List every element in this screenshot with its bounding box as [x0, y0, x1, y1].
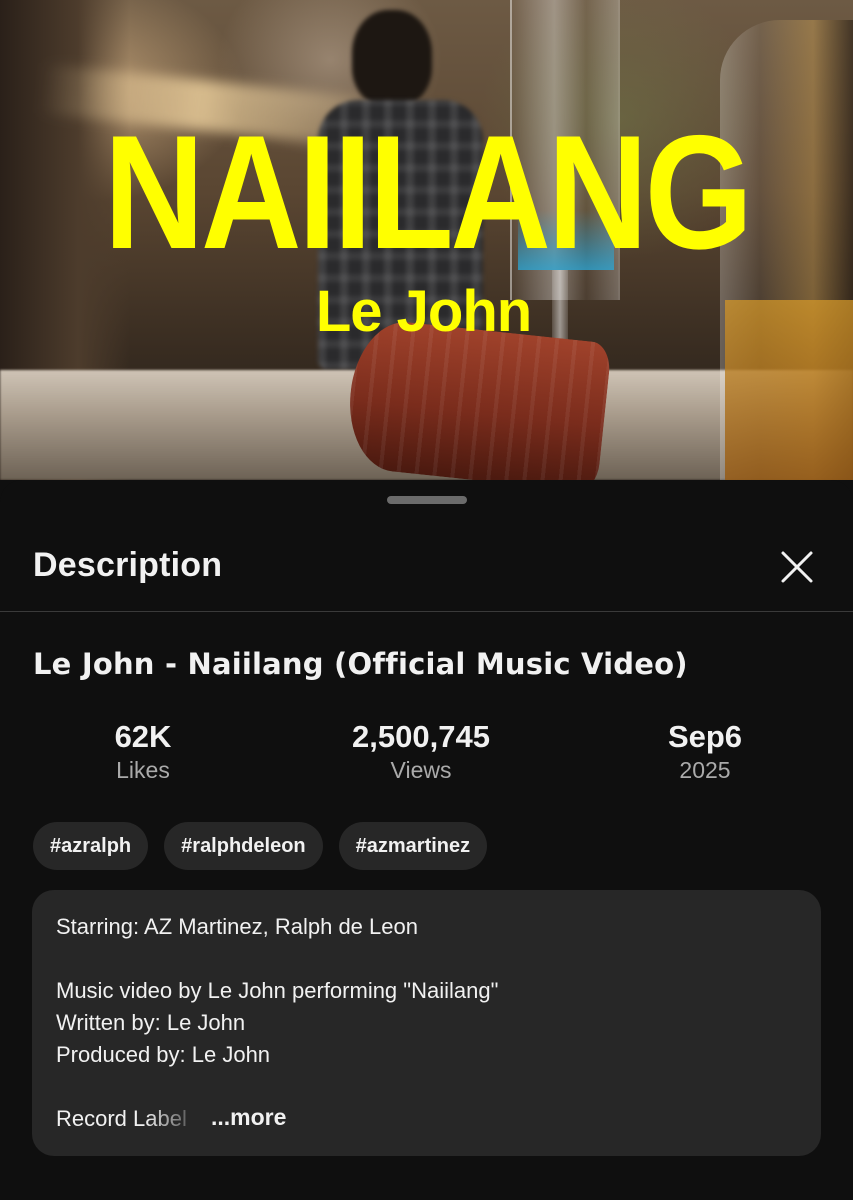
views-count: 2,500,745: [352, 719, 490, 754]
close-icon: [781, 551, 813, 583]
description-line-truncated: Record Label: [56, 1106, 187, 1131]
views-label: Views: [390, 757, 452, 784]
video-overlay-artist: Le John: [315, 279, 532, 344]
description-sheet: Description Le John - Naiilang (Official…: [0, 480, 853, 1200]
video-title: Le John - Naiilang (Official Music Video…: [33, 647, 688, 681]
description-line: Written by: Le John: [56, 1010, 246, 1035]
upload-date: Sep6: [667, 719, 743, 754]
description-box[interactable]: Starring: AZ Martinez, Ralph de Leon Mus…: [32, 890, 821, 1156]
views-stat: 2,500,745 Views: [301, 719, 541, 784]
upload-year: 2025: [679, 757, 731, 784]
hashtag-chip[interactable]: #azralph: [33, 822, 149, 870]
sheet-header: Description: [0, 524, 853, 612]
likes-count: 62K: [114, 719, 172, 754]
hashtag-list: #azralph #ralphdeleon #azmartinez: [33, 822, 488, 870]
video-overlay-title: NAIILANG: [103, 102, 753, 283]
hashtag-chip[interactable]: #ralphdeleon: [164, 822, 323, 870]
video-player[interactable]: NAIILANG Le John: [0, 0, 853, 480]
description-line: Starring: AZ Martinez, Ralph de Leon: [56, 914, 418, 939]
likes-stat: 62K Likes: [23, 719, 263, 784]
hashtag-chip[interactable]: #azmartinez: [338, 822, 488, 870]
description-line: Produced by: Le John: [56, 1042, 271, 1067]
video-stats: 62K Likes 2,500,745 Views Sep6 2025: [0, 719, 853, 800]
sheet-title: Description: [33, 546, 223, 584]
sheet-drag-handle[interactable]: [387, 496, 467, 504]
description-line: Music video by Le John performing "Naiil…: [56, 978, 499, 1003]
close-button[interactable]: [776, 546, 818, 588]
show-more-link[interactable]: ...more: [211, 1104, 286, 1131]
video-person-head: [352, 10, 432, 106]
likes-label: Likes: [116, 757, 170, 784]
upload-date-stat: Sep6 2025: [585, 719, 825, 784]
